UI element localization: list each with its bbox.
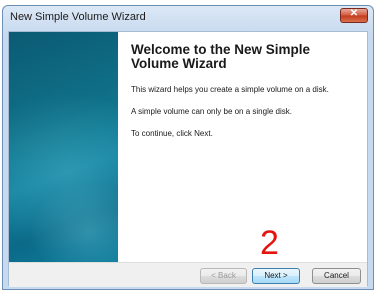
close-button[interactable]: ✕ [340,8,368,23]
single-disk-text: A simple volume can only be on a single … [131,107,292,116]
title-bar[interactable]: New Simple Volume Wizard ✕ [3,6,373,32]
wizard-banner-image [9,32,118,262]
wizard-content: Welcome to the New Simple Volume Wizard … [131,43,361,151]
button-bar: < Back Next > Cancel [9,262,367,287]
wizard-body: Welcome to the New Simple Volume Wizard … [8,31,368,287]
intro-text: This wizard helps you create a simple vo… [131,85,329,94]
back-button[interactable]: < Back [200,268,247,284]
wizard-heading-line2: Volume Wizard [131,56,227,71]
wizard-heading: Welcome to the New Simple Volume Wizard [131,43,361,71]
next-button[interactable]: Next > [252,268,300,284]
window-title: New Simple Volume Wizard [10,11,146,23]
wizard-window: New Simple Volume Wizard ✕ Welcome to th… [2,5,374,290]
step-annotation: 2 [260,224,279,262]
close-icon: ✕ [349,8,359,19]
cancel-button[interactable]: Cancel [312,268,361,284]
wizard-heading-line1: Welcome to the New Simple [131,42,311,57]
continue-instruction: To continue, click Next. [131,129,213,138]
